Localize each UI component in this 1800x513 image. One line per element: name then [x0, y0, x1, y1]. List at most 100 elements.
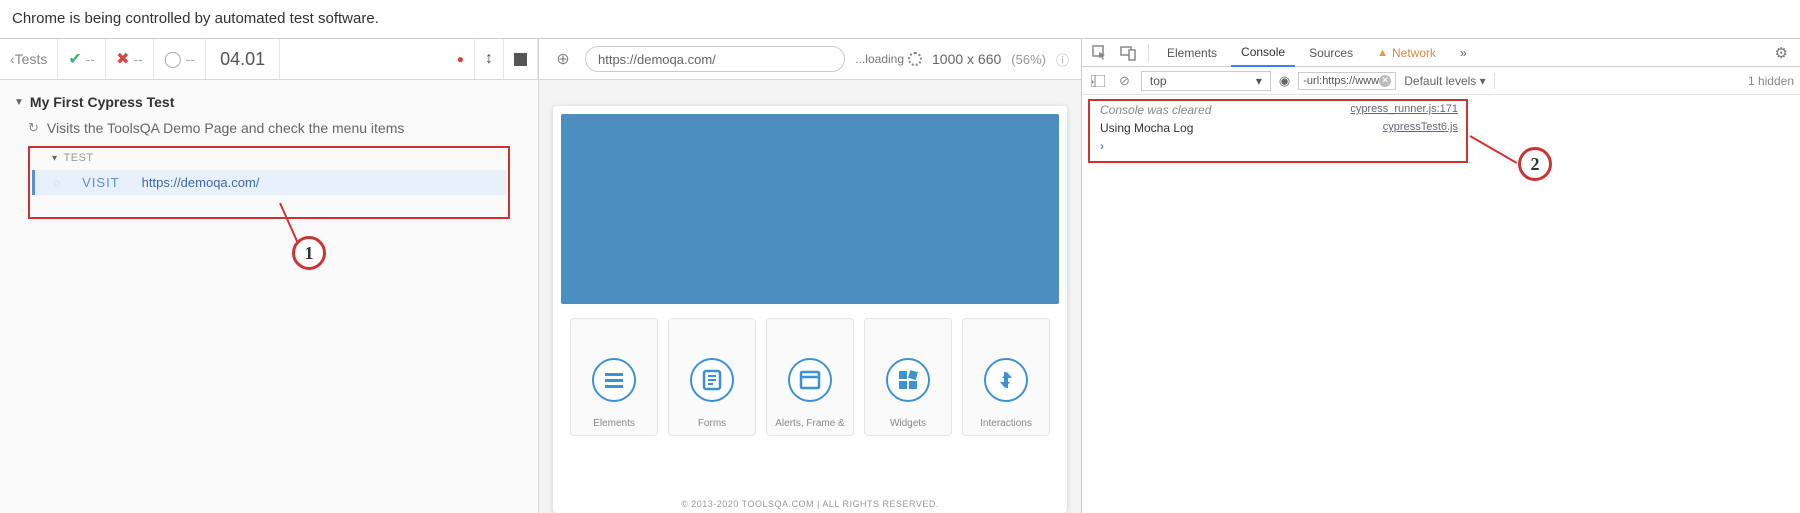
back-label: Tests: [15, 51, 48, 67]
back-tests-button[interactable]: ‹ Tests: [0, 39, 58, 79]
devtools-panel: Elements Console Sources ▲ Network » ⚙ ⊘…: [1082, 39, 1800, 513]
warning-icon: ▲: [1377, 47, 1388, 59]
stop-button[interactable]: [504, 39, 538, 79]
cypress-panel: ‹ Tests ✔ -- ✖ -- ◯ -- 04.01 ● ↕ ▼: [0, 39, 539, 513]
app-preview-panel: ⊕ ...loading 1000 x 660 (56%) ⓘ Eleme: [539, 39, 1082, 513]
card-label: Interactions: [980, 418, 1032, 429]
eye-icon: ◉: [1279, 73, 1290, 88]
filter-input[interactable]: -url:https://www ✕: [1298, 72, 1396, 90]
test-label: Visits the ToolsQA Demo Page and check t…: [47, 120, 404, 136]
stop-icon: [514, 53, 527, 66]
viewport-scale: (56%): [1011, 52, 1046, 67]
x-icon: ✖: [116, 49, 129, 69]
tab-console[interactable]: Console: [1231, 39, 1295, 67]
command-log-highlight: ▾ TEST ◌ VISIT https://demoqa.com/: [28, 146, 510, 219]
form-icon: [690, 358, 734, 402]
automation-banner: Chrome is being controlled by automated …: [0, 0, 1800, 38]
cypress-body: ▼ My First Cypress Test ↻ Visits the Too…: [0, 80, 538, 513]
command-visit[interactable]: ◌ VISIT https://demoqa.com/: [32, 170, 506, 195]
auto-scroll-button[interactable]: ↕: [475, 39, 504, 79]
console-filter-bar: ⊘ top ▾ ◉ -url:https://www ✕ Default lev…: [1082, 67, 1800, 95]
circle-icon: ◯: [164, 49, 182, 69]
annotation-callout-1: 1: [292, 236, 326, 270]
caret-down-icon: ▾: [1256, 74, 1262, 88]
context-selector[interactable]: top ▾: [1141, 71, 1271, 91]
fail-value: --: [134, 51, 143, 67]
console-line: Using Mocha Log cypressTest6.js: [1090, 119, 1466, 137]
arrows-vertical-icon: ↕: [485, 50, 493, 68]
card-widgets[interactable]: Widgets: [864, 318, 952, 436]
loading-label: ...loading: [855, 52, 904, 66]
widgets-icon: [886, 358, 930, 402]
list-icon: [592, 358, 636, 402]
spec-title[interactable]: ▼ My First Cypress Test: [0, 90, 538, 114]
loading-indicator: ...loading: [855, 52, 922, 66]
card-alerts[interactable]: Alerts, Frame &: [766, 318, 854, 436]
page-frame: Elements Forms Alerts, Frame &: [553, 106, 1067, 513]
console-line: Console was cleared cypress_runner.js:17…: [1090, 101, 1466, 119]
test-title[interactable]: ↻ Visits the ToolsQA Demo Page and check…: [0, 114, 538, 142]
gear-icon: ⚙: [1775, 45, 1788, 62]
live-expression-button[interactable]: ◉: [1279, 73, 1290, 89]
tab-network[interactable]: ▲ Network: [1367, 40, 1446, 66]
section-label: TEST: [64, 152, 94, 164]
command-name: VISIT: [82, 175, 120, 190]
hero-banner: [561, 114, 1059, 304]
pending-count: ◯ --: [154, 39, 206, 79]
card-elements[interactable]: Elements: [570, 318, 658, 436]
hidden-count: 1 hidden: [1748, 74, 1794, 88]
preview-toolbar: ⊕ ...loading 1000 x 660 (56%) ⓘ: [539, 39, 1081, 80]
settings-button[interactable]: ⚙: [1769, 44, 1794, 62]
command-arg: https://demoqa.com/: [142, 175, 260, 190]
window-icon: [788, 358, 832, 402]
timer: 04.01: [206, 39, 280, 79]
console-sidebar-icon[interactable]: [1088, 75, 1108, 87]
clear-filter-icon[interactable]: ✕: [1379, 75, 1391, 87]
refresh-icon: ↻: [28, 120, 39, 136]
record-dot-icon: ●: [457, 52, 464, 66]
card-label: Elements: [593, 418, 635, 429]
caret-down-icon: ▼: [14, 97, 24, 108]
tab-sources[interactable]: Sources: [1299, 40, 1363, 66]
inspect-icon[interactable]: [1088, 45, 1112, 61]
spinner-icon: [908, 52, 922, 66]
pending-value: --: [186, 51, 195, 67]
cards-row: Elements Forms Alerts, Frame &: [553, 312, 1067, 442]
main-row: ‹ Tests ✔ -- ✖ -- ◯ -- 04.01 ● ↕ ▼: [0, 38, 1800, 513]
page-footer: © 2013-2020 TOOLSQA.COM | ALL RIGHTS RES…: [553, 499, 1067, 509]
console-msg: Console was cleared: [1100, 103, 1211, 117]
spinner-icon: ◌: [53, 176, 60, 190]
spec-label: My First Cypress Test: [30, 94, 174, 110]
cypress-toolbar: ‹ Tests ✔ -- ✖ -- ◯ -- 04.01 ● ↕: [0, 39, 538, 80]
selector-playground-button[interactable]: ⊕: [551, 47, 575, 71]
tab-elements[interactable]: Elements: [1157, 40, 1227, 66]
tabs-more[interactable]: »: [1450, 40, 1477, 66]
card-label: Forms: [698, 418, 726, 429]
device-icon[interactable]: [1116, 45, 1140, 61]
fail-count: ✖ --: [106, 39, 154, 79]
check-icon: ✔: [68, 49, 81, 69]
pass-count: ✔ --: [58, 39, 106, 79]
console-output: Console was cleared cypress_runner.js:17…: [1082, 95, 1800, 513]
card-interactions[interactable]: Interactions: [962, 318, 1050, 436]
tab-network-label: Network: [1392, 46, 1436, 60]
annotation-line: [1470, 135, 1518, 164]
url-input[interactable]: [585, 46, 845, 72]
section-header: ▾ TEST: [30, 148, 508, 168]
console-src[interactable]: cypress_runner.js:171: [1350, 103, 1458, 117]
card-forms[interactable]: Forms: [668, 318, 756, 436]
filter-text: -url:https://www: [1303, 75, 1379, 87]
card-label: Widgets: [890, 418, 926, 429]
viewport-dimensions: 1000 x 660: [932, 51, 1001, 67]
context-label: top: [1150, 74, 1167, 88]
preview-body: Elements Forms Alerts, Frame &: [539, 80, 1081, 513]
clear-console-button[interactable]: ⊘: [1116, 73, 1133, 89]
console-src[interactable]: cypressTest6.js: [1383, 121, 1458, 135]
console-prompt[interactable]: ›: [1090, 137, 1466, 155]
ban-icon: ⊘: [1119, 73, 1130, 88]
log-levels[interactable]: Default levels ▾: [1404, 74, 1485, 88]
record-indicator: ●: [447, 39, 475, 79]
swap-icon: [984, 358, 1028, 402]
info-icon[interactable]: ⓘ: [1056, 50, 1069, 69]
console-highlight: Console was cleared cypress_runner.js:17…: [1088, 99, 1468, 163]
